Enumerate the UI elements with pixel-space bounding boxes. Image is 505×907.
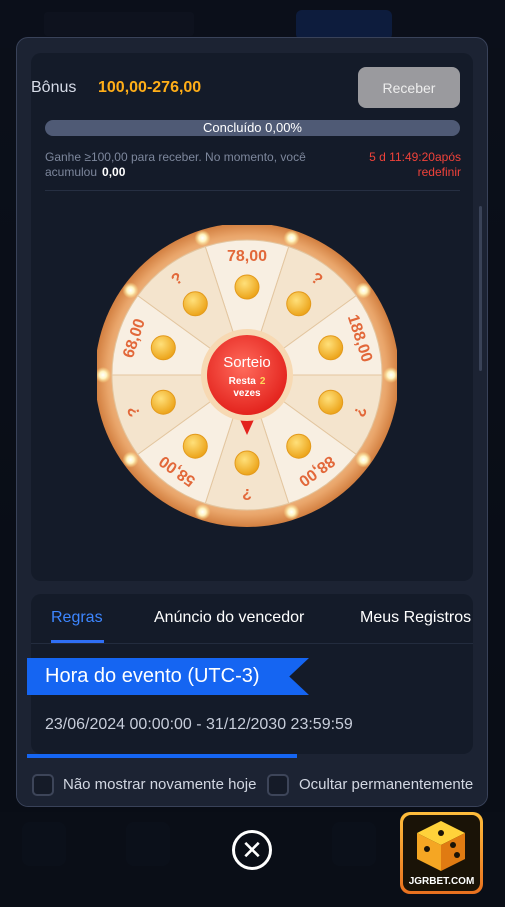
remaining-count: 2 xyxy=(260,376,266,387)
bonus-wheel-modal: Bônus 100,00-276,00 Receber Concluído 0,… xyxy=(16,37,488,807)
coin-icon xyxy=(286,433,312,459)
coin-icon xyxy=(150,389,176,415)
spin-title: Sorteio xyxy=(223,354,271,371)
accumulation-description: Ganhe ≥100,00 para receber. No momento, … xyxy=(45,150,335,180)
coin-icon xyxy=(318,389,344,415)
segment-label: 78,00 xyxy=(227,248,267,265)
description-text: Ganhe ≥100,00 para receber. No momento, … xyxy=(45,150,306,179)
event-time-ribbon: Hora do evento (UTC-3) xyxy=(27,658,309,695)
tab-rules[interactable]: Regras xyxy=(51,609,103,627)
prize-wheel[interactable]: 78,00?188,00?88,00?58,00?68,00? Sorteio … xyxy=(97,225,397,555)
coin-icon xyxy=(182,291,208,317)
coin-icon xyxy=(286,291,312,317)
segment-label: ? xyxy=(242,485,252,502)
remaining-suffix: vezes xyxy=(233,388,261,399)
remaining-prefix: Resta xyxy=(229,376,257,387)
brand-name: JGRBET.COM xyxy=(408,876,475,887)
progress-text: Concluído 0,00% xyxy=(202,120,302,135)
accumulated-value: 0,00 xyxy=(102,165,126,179)
brand-logo[interactable]: JGRBET.COM xyxy=(400,812,483,894)
hide-today-checkbox[interactable] xyxy=(32,774,54,796)
bonus-label: Bônus xyxy=(31,79,77,96)
tab-my-records[interactable]: Meus Registros xyxy=(360,609,471,627)
coin-icon xyxy=(318,335,344,361)
hide-forever-label[interactable]: Ocultar permanentemente xyxy=(299,776,473,793)
wheel-bulb xyxy=(355,451,372,468)
claim-button[interactable]: Receber xyxy=(358,67,460,108)
wheel-bulb xyxy=(122,282,139,299)
timer-countdown: 5 d 11:49:20após xyxy=(369,150,461,164)
divider xyxy=(45,190,460,191)
event-dates: 23/06/2024 00:00:00 - 31/12/2030 23:59:5… xyxy=(45,716,353,733)
event-time-heading: Hora do evento (UTC-3) xyxy=(45,665,260,687)
hide-forever-checkbox[interactable] xyxy=(267,774,289,796)
dice-icon xyxy=(417,821,465,871)
wheel-bulb xyxy=(283,230,300,247)
bonus-range: 100,00-276,00 xyxy=(98,79,202,96)
progress-bar: Concluído 0,00% xyxy=(45,120,460,136)
footer-options: Não mostrar novamente hoje Ocultar perma… xyxy=(17,765,487,806)
coin-icon xyxy=(234,450,260,476)
wheel-bulb xyxy=(355,282,372,299)
tabs-divider xyxy=(31,643,473,644)
scrollbar[interactable] xyxy=(479,206,482,371)
wheel-bulb xyxy=(194,230,211,247)
next-section-ribbon xyxy=(27,754,297,758)
spin-remaining: Resta 2 xyxy=(229,376,266,387)
coin-icon xyxy=(150,335,176,361)
coin-icon xyxy=(182,433,208,459)
wheel-bulb xyxy=(194,503,211,520)
brand-logo-inner: JGRBET.COM xyxy=(403,815,480,891)
spin-button[interactable] xyxy=(207,335,287,415)
timer-label: redefinir xyxy=(417,165,461,179)
wheel-bulb xyxy=(283,503,300,520)
reset-timer: 5 d 11:49:20após redefinir xyxy=(317,150,461,180)
wheel-bulb xyxy=(122,451,139,468)
tab-winners[interactable]: Anúncio do vencedor xyxy=(154,609,304,627)
close-button[interactable]: ✕ xyxy=(232,830,272,870)
close-icon: ✕ xyxy=(241,835,263,865)
hide-today-label[interactable]: Não mostrar novamente hoje xyxy=(63,776,256,793)
coin-icon xyxy=(234,274,260,300)
